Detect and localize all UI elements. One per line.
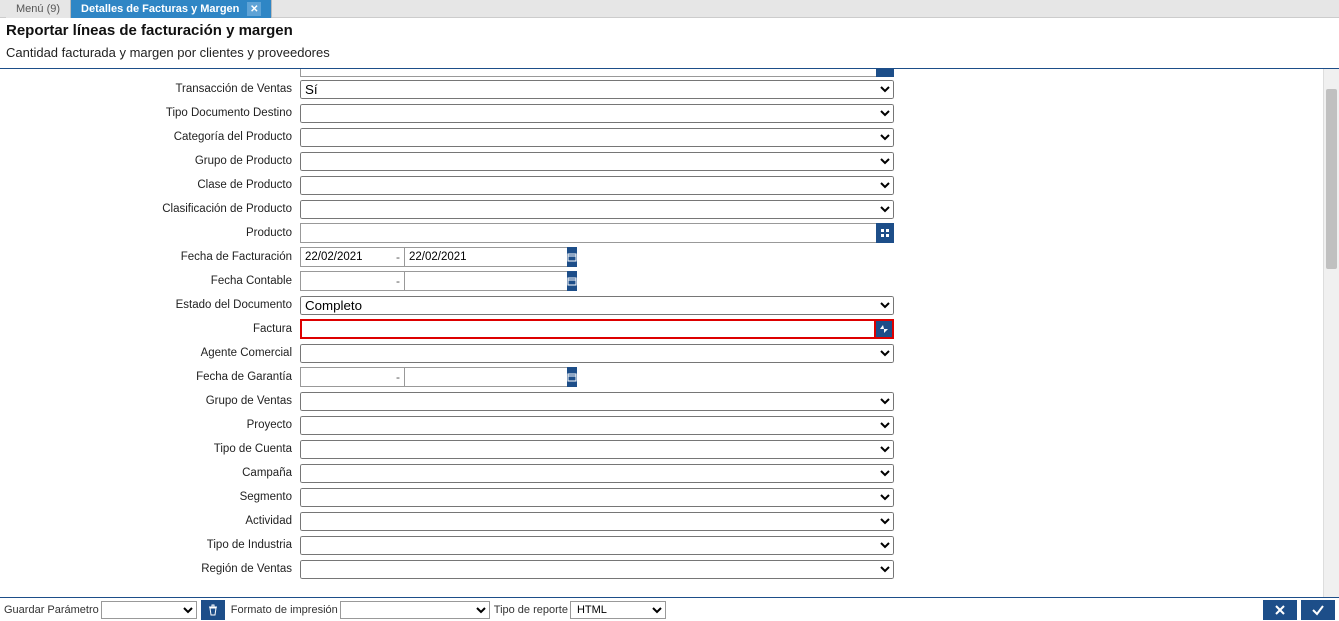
label-segmento: Segmento	[0, 491, 300, 503]
label-clasificacion-producto: Clasificación de Producto	[0, 203, 300, 215]
label-grupo-producto: Grupo de Producto	[0, 155, 300, 167]
select-segmento[interactable]	[300, 488, 894, 507]
page-subtitle: Cantidad facturada y margen por clientes…	[6, 45, 1333, 60]
label-formato-impresion: Formato de impresión	[231, 604, 338, 616]
footer-bar: Guardar Parámetro Formato de impresión T…	[0, 597, 1339, 621]
cancel-button[interactable]	[1263, 600, 1297, 620]
label-estado-documento: Estado del Documento	[0, 299, 300, 311]
label-categoria-producto: Categoría del Producto	[0, 131, 300, 143]
calendar-icon[interactable]	[567, 271, 577, 291]
select-clase-producto[interactable]	[300, 176, 894, 195]
select-tipo-documento-destino[interactable]	[300, 104, 894, 123]
tab-detalles-facturas[interactable]: Detalles de Facturas y Margen ✕	[71, 0, 272, 18]
tab-menu[interactable]: Menú (9)	[6, 0, 71, 18]
page-title: Reportar líneas de facturación y margen	[6, 22, 1333, 39]
cutoff-row	[0, 69, 1323, 77]
label-factura: Factura	[0, 323, 300, 335]
date-range-separator: -	[392, 250, 404, 264]
input-fecha-contable-to[interactable]	[404, 271, 567, 291]
calendar-icon[interactable]	[567, 247, 577, 267]
delete-parameter-button[interactable]	[201, 600, 225, 620]
label-transaccion-ventas: Transacción de Ventas	[0, 83, 300, 95]
select-proyecto[interactable]	[300, 416, 894, 435]
select-tipo-reporte[interactable]: HTML	[570, 601, 666, 619]
label-fecha-contable: Fecha Contable	[0, 275, 300, 287]
label-fecha-garantia: Fecha de Garantía	[0, 371, 300, 383]
calendar-icon[interactable]	[567, 367, 577, 387]
input-producto[interactable]	[300, 223, 876, 243]
label-tipo-industria: Tipo de Industria	[0, 539, 300, 551]
tab-bar: Menú (9) Detalles de Facturas y Margen ✕	[0, 0, 1339, 18]
select-clasificacion-producto[interactable]	[300, 200, 894, 219]
select-campana[interactable]	[300, 464, 894, 483]
lookup-factura-icon[interactable]	[876, 319, 894, 339]
select-tipo-industria[interactable]	[300, 536, 894, 555]
select-categoria-producto[interactable]	[300, 128, 894, 147]
label-agente-comercial: Agente Comercial	[0, 347, 300, 359]
select-tipo-cuenta[interactable]	[300, 440, 894, 459]
select-grupo-ventas[interactable]	[300, 392, 894, 411]
input-fecha-garantia-to[interactable]	[404, 367, 567, 387]
label-tipo-cuenta: Tipo de Cuenta	[0, 443, 300, 455]
date-range-separator: -	[392, 274, 404, 288]
lookup-producto-icon[interactable]	[876, 223, 894, 243]
select-formato-impresion[interactable]	[340, 601, 490, 619]
label-region-ventas: Región de Ventas	[0, 563, 300, 575]
label-guardar-parametro: Guardar Parámetro	[4, 604, 99, 616]
date-range-separator: -	[392, 370, 404, 384]
label-grupo-ventas: Grupo de Ventas	[0, 395, 300, 407]
vertical-scrollbar[interactable]	[1323, 69, 1339, 597]
select-agente-comercial[interactable]	[300, 344, 894, 363]
close-tab-icon[interactable]: ✕	[247, 2, 261, 16]
select-estado-documento[interactable]: Completo	[300, 296, 894, 315]
select-actividad[interactable]	[300, 512, 894, 531]
input-factura[interactable]	[300, 319, 876, 339]
label-clase-producto: Clase de Producto	[0, 179, 300, 191]
select-guardar-parametro[interactable]	[101, 601, 197, 619]
label-campana: Campaña	[0, 467, 300, 479]
label-tipo-reporte: Tipo de reporte	[494, 604, 568, 616]
report-parameters-form: Transacción de Ventas Sí Tipo Documento …	[0, 69, 1323, 597]
label-tipo-documento-destino: Tipo Documento Destino	[0, 107, 300, 119]
select-transaccion-ventas[interactable]: Sí	[300, 80, 894, 99]
page-header: Reportar líneas de facturación y margen …	[0, 18, 1339, 69]
label-fecha-facturacion: Fecha de Facturación	[0, 251, 300, 263]
label-actividad: Actividad	[0, 515, 300, 527]
label-producto: Producto	[0, 227, 300, 239]
select-region-ventas[interactable]	[300, 560, 894, 579]
confirm-button[interactable]	[1301, 600, 1335, 620]
select-grupo-producto[interactable]	[300, 152, 894, 171]
input-fecha-facturacion-to[interactable]	[404, 247, 567, 267]
label-proyecto: Proyecto	[0, 419, 300, 431]
